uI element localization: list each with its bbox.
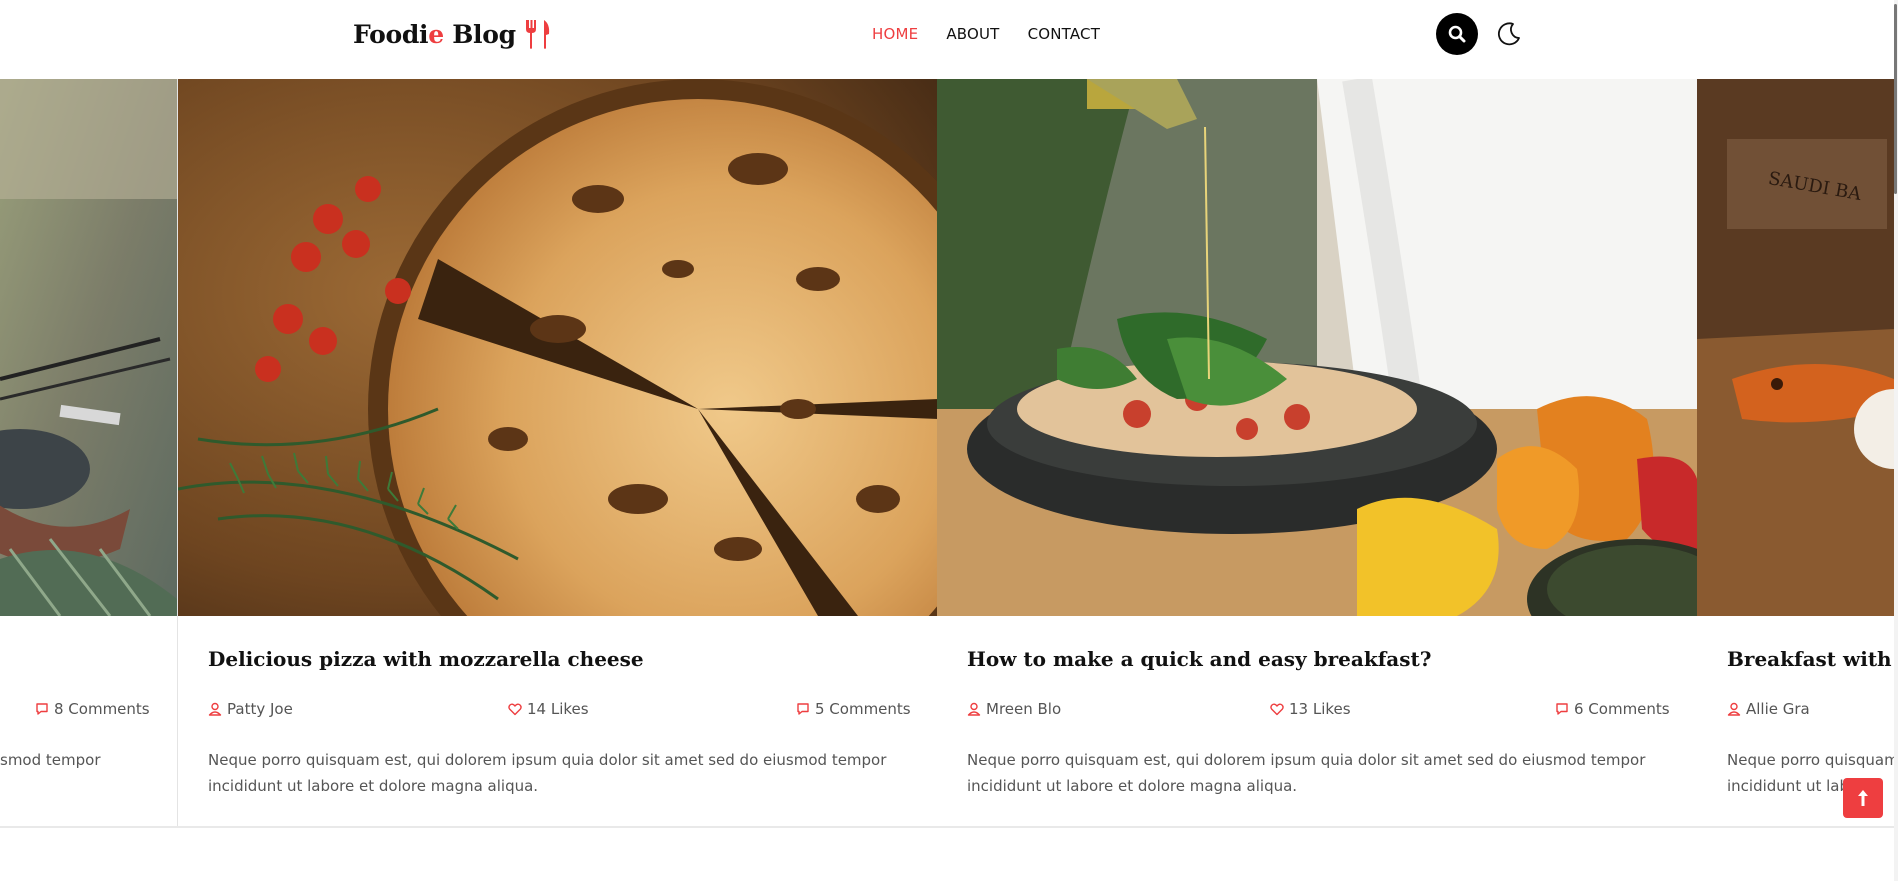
post-excerpt: smod tempor: [0, 747, 177, 773]
post-likes[interactable]: 13 Likes: [1270, 700, 1351, 718]
post-image-breakfast-bu[interactable]: SAUDI BA: [1697, 79, 1894, 616]
post-title[interactable]: Delicious pizza with mozzarella cheese: [208, 647, 644, 671]
comment-icon: [36, 703, 48, 715]
post-comments-label: 6 Comments: [1574, 700, 1670, 718]
post-title[interactable]: Breakfast with Bu: [1727, 647, 1894, 671]
post-comments[interactable]: 8 Comments: [35, 700, 150, 718]
post-excerpt-line: incididunt ut labore et dolore magna ali…: [208, 777, 539, 795]
logo-text-2: Blog: [443, 19, 516, 49]
logo-text-accent: e: [428, 19, 444, 49]
post-comments-label: 5 Comments: [815, 700, 911, 718]
post-comments-label: 8 Comments: [54, 700, 150, 718]
utensils-icon: [525, 20, 549, 49]
main-nav: HOME ABOUT CONTACT: [872, 25, 1100, 43]
post-card[interactable]: How to make a quick and easy breakfast? …: [937, 79, 1698, 826]
heart-icon: [508, 703, 522, 716]
post-author-label: Allie Gra: [1746, 700, 1810, 718]
post-comments[interactable]: 6 Comments: [1555, 700, 1670, 718]
back-to-top-button[interactable]: [1843, 778, 1883, 818]
post-excerpt-line: Neque porro quisquam: [1727, 751, 1894, 769]
post-card[interactable]: Delicious pizza with mozzarella cheese P…: [177, 79, 939, 826]
user-icon: [967, 702, 981, 716]
post-likes-label: 13 Likes: [1289, 700, 1351, 718]
site-header: Foodi e Blog HOME ABOUT CONTACT: [0, 0, 1898, 80]
post-likes-label: 14 Likes: [527, 700, 589, 718]
post-author[interactable]: Allie Gra: [1727, 700, 1810, 718]
carousel-bottom-divider: [0, 826, 1894, 828]
post-image-bbq[interactable]: [0, 79, 177, 616]
post-author[interactable]: Mreen Blo: [967, 700, 1061, 718]
post-excerpt: Neque porro quisquam est, qui dolorem ip…: [208, 747, 908, 799]
post-image-pizza[interactable]: [178, 79, 938, 616]
post-excerpt-line: smod tempor: [0, 751, 101, 769]
nav-contact[interactable]: CONTACT: [1028, 25, 1101, 43]
page-scrollbar-thumb[interactable]: [1894, 4, 1897, 194]
arrow-up-icon: [1858, 790, 1868, 806]
comment-icon: [1556, 703, 1568, 715]
comment-icon: [797, 703, 809, 715]
post-comments[interactable]: 5 Comments: [796, 700, 911, 718]
post-excerpt: Neque porro quisquam est, qui dolorem ip…: [967, 747, 1667, 799]
post-card[interactable]: 8 Comments smod tempor: [0, 79, 178, 826]
heart-icon: [1270, 703, 1284, 716]
post-title[interactable]: How to make a quick and easy breakfast?: [967, 647, 1431, 671]
post-card[interactable]: SAUDI BA Breakfast with Bu Allie Gra Neq…: [1697, 79, 1894, 826]
post-author-label: Mreen Blo: [986, 700, 1062, 718]
post-excerpt-line: incididunt ut labore et dolore magna ali…: [967, 777, 1298, 795]
user-icon: [208, 702, 222, 716]
post-author-label: Patty Joe: [227, 700, 293, 718]
site-logo[interactable]: Foodi e Blog: [353, 18, 552, 50]
post-excerpt-line: Neque porro quisquam est, qui dolorem ip…: [208, 751, 887, 769]
post-excerpt-line: Neque porro quisquam est, qui dolorem ip…: [967, 751, 1646, 769]
logo-text-1: Foodi: [353, 19, 429, 49]
search-button[interactable]: [1436, 13, 1478, 55]
post-author[interactable]: Patty Joe: [208, 700, 293, 718]
nav-about[interactable]: ABOUT: [946, 25, 999, 43]
moon-icon[interactable]: [1496, 21, 1522, 47]
search-icon: [1448, 25, 1466, 43]
post-image-breakfast[interactable]: [937, 79, 1697, 616]
post-likes[interactable]: 14 Likes: [508, 700, 589, 718]
user-icon: [1727, 702, 1741, 716]
nav-home[interactable]: HOME: [872, 25, 918, 43]
